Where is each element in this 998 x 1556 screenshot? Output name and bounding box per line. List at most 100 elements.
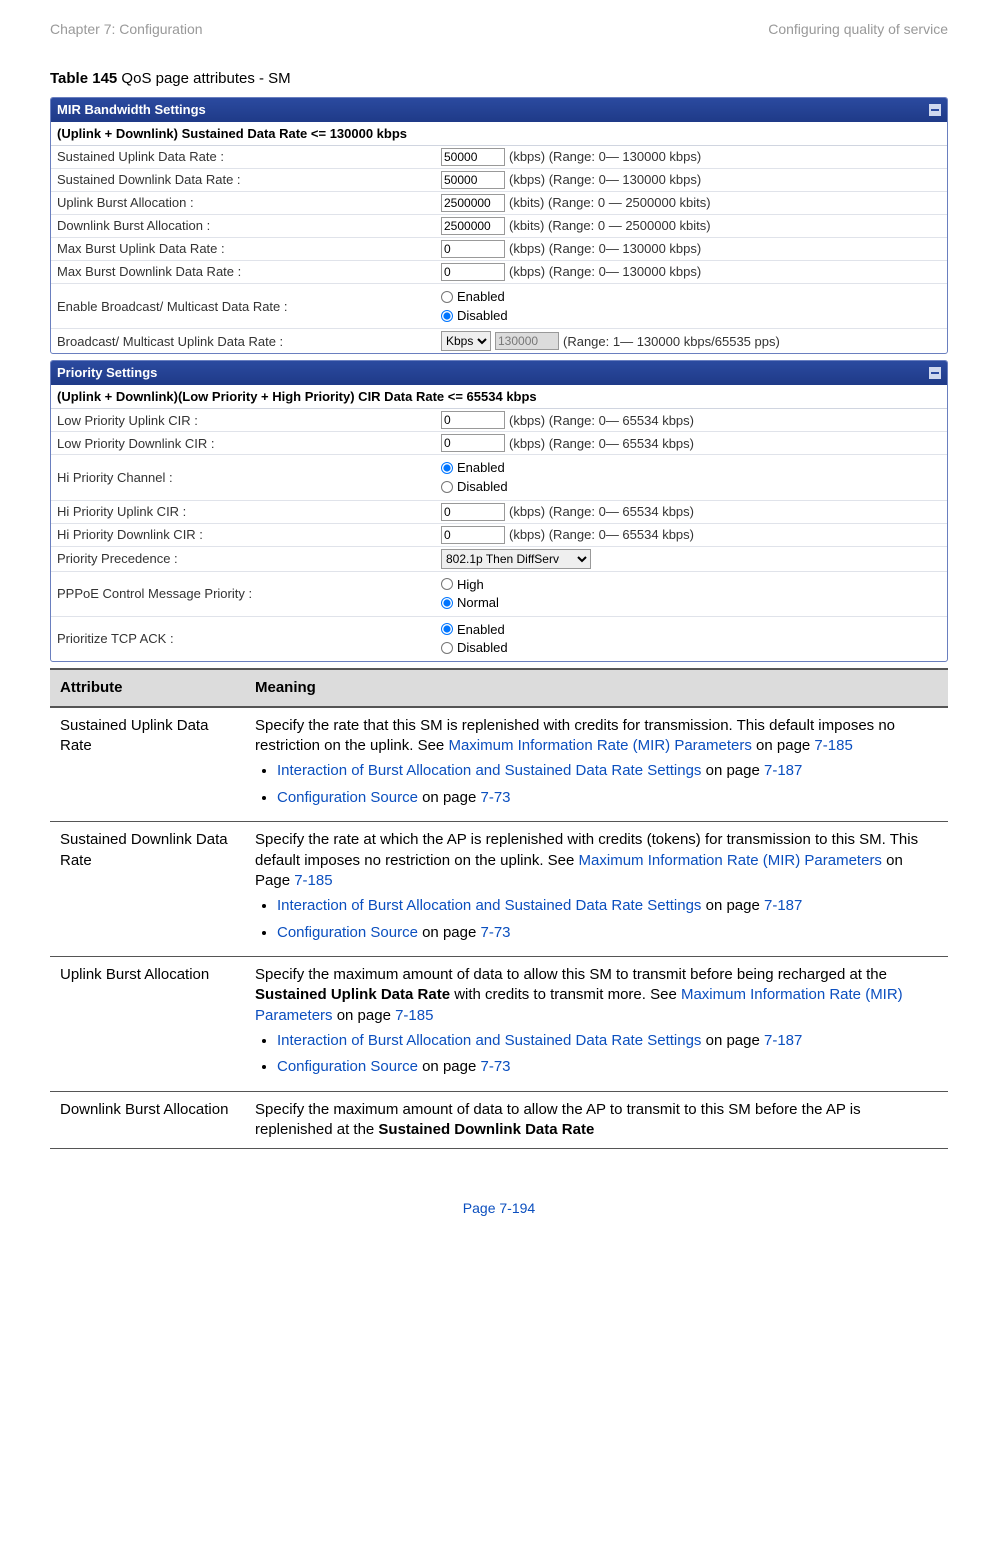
radio-disabled[interactable]: Disabled — [441, 478, 508, 496]
radio-disabled[interactable]: Disabled — [441, 307, 508, 325]
link-mir-params[interactable]: Maximum Information Rate (MIR) Parameter… — [448, 737, 751, 754]
table-row: Uplink Burst Allocation Specify the maxi… — [50, 957, 948, 1092]
collapse-icon[interactable] — [929, 104, 941, 116]
label: Enable Broadcast/ Multicast Data Rate : — [51, 296, 441, 318]
low-down-input[interactable] — [441, 434, 505, 452]
header-left: Chapter 7: Configuration — [50, 20, 203, 39]
link-config-source[interactable]: Configuration Source — [277, 789, 418, 806]
page-footer: Page 7-194 — [50, 1199, 948, 1218]
row-precedence: Priority Precedence : 802.1p Then DiffSe… — [51, 547, 947, 572]
row-enable-bcast: Enable Broadcast/ Multicast Data Rate : … — [51, 284, 947, 329]
list-item: Interaction of Burst Allocation and Sust… — [277, 895, 938, 918]
label: Downlink Burst Allocation : — [51, 215, 441, 237]
radio-high[interactable]: High — [441, 576, 499, 594]
bcast-uplink-input[interactable] — [495, 332, 559, 350]
radio-enabled[interactable]: Enabled — [441, 288, 508, 306]
radio-enabled[interactable]: Enabled — [441, 459, 508, 477]
mir-title-text: MIR Bandwidth Settings — [57, 101, 206, 119]
table-row: Sustained Uplink Data Rate Specify the r… — [50, 707, 948, 822]
header-right: Configuring quality of service — [768, 20, 948, 39]
text: on page — [701, 1032, 764, 1049]
text: on page — [418, 924, 481, 941]
hi-down-input[interactable] — [441, 526, 505, 544]
list-item: Configuration Source on page 7-73 — [277, 922, 938, 945]
list-item: Configuration Source on page 7-73 — [277, 1056, 938, 1079]
attr-meaning: Specify the maximum amount of data to al… — [245, 1091, 948, 1149]
row-max-burst-downlink: Max Burst Downlink Data Rate : (kbps) (R… — [51, 261, 947, 284]
opt-label: Enabled — [457, 621, 505, 639]
text: on page — [701, 762, 764, 779]
page-ref[interactable]: 7-185 — [814, 737, 852, 754]
precedence-select[interactable]: 802.1p Then DiffServ — [441, 549, 591, 569]
priority-panel: Priority Settings (Uplink + Downlink)(Lo… — [50, 360, 948, 661]
uplink-burst-input[interactable] — [441, 194, 505, 212]
label: Hi Priority Downlink CIR : — [51, 524, 441, 546]
opt-label: Disabled — [457, 478, 508, 496]
label: PPPoE Control Message Priority : — [51, 583, 441, 605]
text: on page — [418, 1058, 481, 1075]
row-max-burst-uplink: Max Burst Uplink Data Rate : (kbps) (Ran… — [51, 238, 947, 261]
col-attribute: Attribute — [50, 669, 245, 707]
low-up-input[interactable] — [441, 411, 505, 429]
label: Sustained Uplink Data Rate : — [51, 146, 441, 168]
hi-up-input[interactable] — [441, 503, 505, 521]
row-low-up: Low Priority Uplink CIR : (kbps) (Range:… — [51, 409, 947, 432]
label: Max Burst Downlink Data Rate : — [51, 261, 441, 283]
collapse-icon[interactable] — [929, 367, 941, 379]
max-burst-uplink-input[interactable] — [441, 240, 505, 258]
mir-panel-title: MIR Bandwidth Settings — [51, 98, 947, 122]
attr-name: Sustained Downlink Data Rate — [50, 822, 245, 957]
list-item: Interaction of Burst Allocation and Sust… — [277, 760, 938, 783]
hint: (kbps) (Range: 0— 65534 kbps) — [509, 435, 694, 453]
attr-name: Sustained Uplink Data Rate — [50, 707, 245, 822]
radio-normal[interactable]: Normal — [441, 594, 499, 612]
hint: (kbps) (Range: 0— 65534 kbps) — [509, 412, 694, 430]
row-low-down: Low Priority Downlink CIR : (kbps) (Rang… — [51, 432, 947, 455]
label: Max Burst Uplink Data Rate : — [51, 238, 441, 260]
downlink-burst-input[interactable] — [441, 217, 505, 235]
page-ref[interactable]: 7-187 — [764, 1032, 802, 1049]
row-sustained-downlink: Sustained Downlink Data Rate : (kbps) (R… — [51, 169, 947, 192]
max-burst-downlink-input[interactable] — [441, 263, 505, 281]
text: on page — [701, 897, 764, 914]
page-ref[interactable]: 7-185 — [294, 872, 332, 889]
table-caption: Table 145 QoS page attributes - SM — [50, 69, 948, 89]
text: on page — [333, 1007, 396, 1024]
opt-label: Enabled — [457, 459, 505, 477]
link-interaction[interactable]: Interaction of Burst Allocation and Sust… — [277, 762, 701, 779]
hint: (kbps) (Range: 0— 65534 kbps) — [509, 526, 694, 544]
label: Sustained Downlink Data Rate : — [51, 169, 441, 191]
opt-label: Enabled — [457, 288, 505, 306]
row-hi-up: Hi Priority Uplink CIR : (kbps) (Range: … — [51, 501, 947, 524]
link-config-source[interactable]: Configuration Source — [277, 1058, 418, 1075]
link-interaction[interactable]: Interaction of Burst Allocation and Sust… — [277, 1032, 701, 1049]
col-meaning: Meaning — [245, 669, 948, 707]
link-mir-params[interactable]: Maximum Information Rate (MIR) Parameter… — [579, 852, 882, 869]
priority-title-text: Priority Settings — [57, 364, 157, 382]
caption-rest: QoS page attributes - SM — [117, 70, 290, 87]
attr-meaning: Specify the maximum amount of data to al… — [245, 957, 948, 1092]
table-row: Downlink Burst Allocation Specify the ma… — [50, 1091, 948, 1149]
page-ref[interactable]: 7-185 — [395, 1007, 433, 1024]
hint: (Range: 1— 130000 kbps/65535 pps) — [563, 333, 780, 351]
page-ref[interactable]: 7-187 — [764, 897, 802, 914]
sustained-downlink-input[interactable] — [441, 171, 505, 189]
attr-meaning: Specify the rate at which the AP is repl… — [245, 822, 948, 957]
text: Specify the maximum amount of data to al… — [255, 966, 887, 983]
label: Priority Precedence : — [51, 548, 441, 570]
opt-label: Disabled — [457, 307, 508, 325]
link-interaction[interactable]: Interaction of Burst Allocation and Sust… — [277, 897, 701, 914]
caption-bold: Table 145 — [50, 70, 117, 87]
bcast-unit-select[interactable]: Kbps — [441, 331, 491, 351]
radio-enabled[interactable]: Enabled — [441, 621, 508, 639]
hint: (kbps) (Range: 0— 130000 kbps) — [509, 148, 701, 166]
radio-disabled[interactable]: Disabled — [441, 639, 508, 657]
link-config-source[interactable]: Configuration Source — [277, 924, 418, 941]
page-ref[interactable]: 7-187 — [764, 762, 802, 779]
page-ref[interactable]: 7-73 — [480, 789, 510, 806]
sustained-uplink-input[interactable] — [441, 148, 505, 166]
hint: (kbits) (Range: 0 — 2500000 kbits) — [509, 217, 711, 235]
page-ref[interactable]: 7-73 — [480, 1058, 510, 1075]
hint: (kbps) (Range: 0— 130000 kbps) — [509, 263, 701, 281]
page-ref[interactable]: 7-73 — [480, 924, 510, 941]
